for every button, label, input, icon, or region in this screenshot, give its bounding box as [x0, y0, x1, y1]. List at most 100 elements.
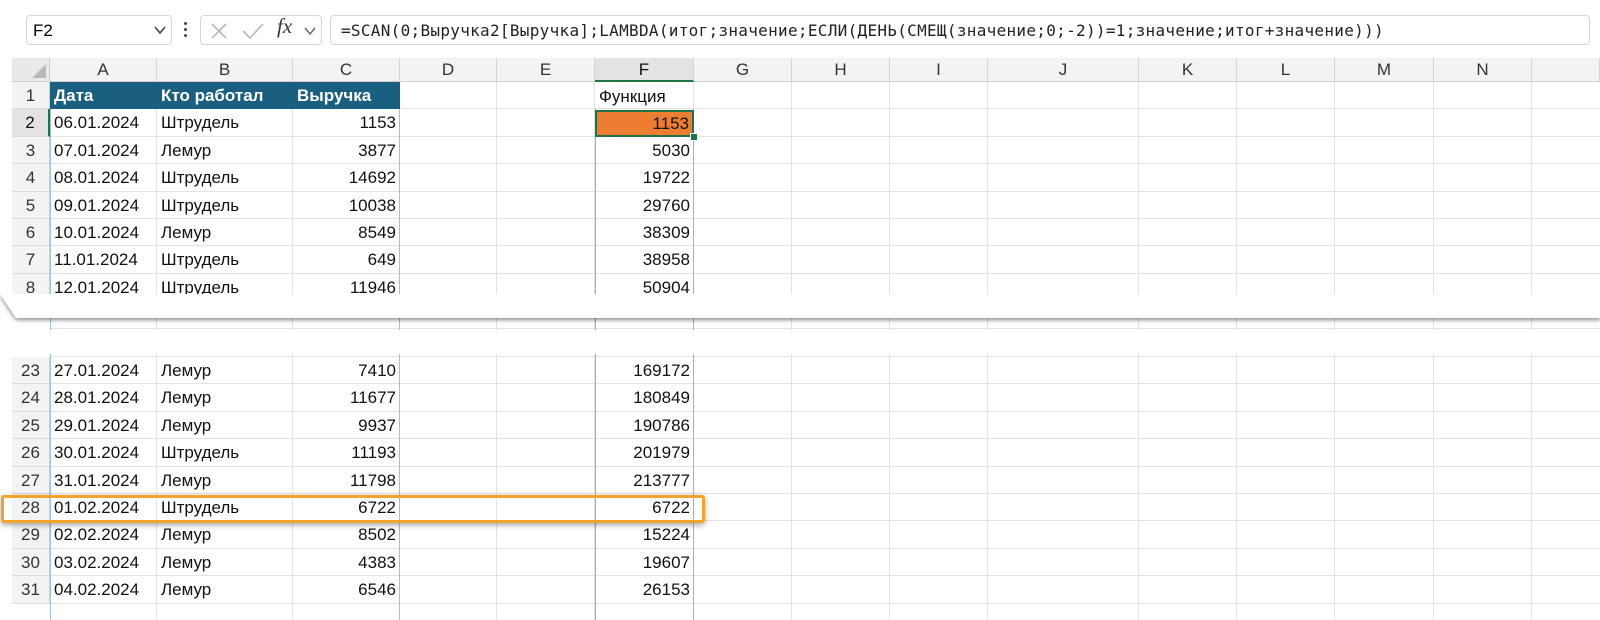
row-header-6[interactable]: 6	[12, 219, 50, 247]
function-cell[interactable]: 15224	[595, 521, 694, 548]
revenue-cell[interactable]: 9937	[293, 412, 400, 439]
chevron-down-icon[interactable]	[153, 24, 167, 36]
date-cell[interactable]: 29.01.2024	[50, 412, 157, 439]
function-cell[interactable]: 190786	[595, 412, 694, 439]
who-cell[interactable]: Штрудель	[157, 109, 293, 136]
column-header-b[interactable]: B	[157, 58, 293, 82]
who-cell[interactable]: Лемур	[157, 521, 293, 548]
date-cell[interactable]: 11.01.2024	[50, 246, 157, 273]
column-header-g[interactable]: G	[694, 58, 792, 82]
date-cell[interactable]: 30.01.2024	[50, 439, 157, 466]
row-header-2[interactable]: 2	[12, 109, 50, 137]
column-header-j[interactable]: J	[988, 58, 1139, 82]
column-header-e[interactable]: E	[497, 58, 595, 82]
table-header-revenue[interactable]: Выручка	[293, 82, 400, 109]
insert-function-button[interactable]: fx	[277, 14, 292, 39]
revenue-cell[interactable]: 6546	[293, 576, 400, 603]
date-cell[interactable]: 02.02.2024	[50, 521, 157, 548]
revenue-cell[interactable]: 11677	[293, 384, 400, 411]
column-header-a[interactable]: A	[50, 58, 157, 82]
date-cell[interactable]: 06.01.2024	[50, 109, 157, 136]
who-cell[interactable]: Штрудель	[157, 192, 293, 219]
row-header-1[interactable]: 1	[12, 82, 50, 110]
who-cell[interactable]: Лемур	[157, 467, 293, 494]
who-cell[interactable]: Лемур	[157, 219, 293, 246]
column-header-d[interactable]: D	[400, 58, 497, 82]
revenue-cell[interactable]: 649	[293, 246, 400, 273]
select-all-button[interactable]	[12, 58, 50, 82]
row-header-5[interactable]: 5	[12, 191, 50, 219]
who-cell[interactable]: Лемур	[157, 412, 293, 439]
function-cell[interactable]: 29760	[595, 192, 694, 219]
table-header-who[interactable]: Кто работал	[157, 82, 293, 109]
date-cell[interactable]: 03.02.2024	[50, 549, 157, 576]
revenue-cell[interactable]: 11798	[293, 467, 400, 494]
revenue-cell[interactable]: 8502	[293, 521, 400, 548]
chevron-down-icon[interactable]	[303, 25, 317, 37]
column-header-k[interactable]: K	[1139, 58, 1237, 82]
function-cell[interactable]: 19722	[595, 164, 694, 191]
revenue-cell[interactable]: 1153	[293, 109, 400, 136]
who-cell[interactable]: Лемур	[157, 357, 293, 384]
date-cell[interactable]: 07.01.2024	[50, 137, 157, 164]
table-header-date[interactable]: Дата	[50, 82, 157, 109]
name-box[interactable]: F2	[26, 15, 172, 45]
function-cell[interactable]: 201979	[595, 439, 694, 466]
fill-handle[interactable]	[690, 133, 698, 141]
who-cell[interactable]: Лемур	[157, 549, 293, 576]
row-header-29[interactable]: 29	[12, 521, 50, 549]
date-cell[interactable]: 31.01.2024	[50, 467, 157, 494]
function-header[interactable]: Функция	[595, 83, 694, 110]
function-cell[interactable]: 5030	[595, 137, 694, 164]
formula-input[interactable]: =SCAN(0;Выручка2[Выручка];LAMBDA(итог;зн…	[330, 15, 1590, 45]
column-header-i[interactable]: I	[890, 58, 988, 82]
close-icon[interactable]	[209, 22, 229, 40]
revenue-cell[interactable]: 8549	[293, 219, 400, 246]
row-header-27[interactable]: 27	[12, 466, 50, 494]
revenue-cell[interactable]: 11193	[293, 439, 400, 466]
who-cell[interactable]: Штрудель	[157, 439, 293, 466]
revenue-cell[interactable]: 14692	[293, 164, 400, 191]
revenue-cell[interactable]: 7410	[293, 357, 400, 384]
date-cell[interactable]: 27.01.2024	[50, 357, 157, 384]
revenue-cell[interactable]: 3877	[293, 137, 400, 164]
revenue-cell[interactable]: 4383	[293, 549, 400, 576]
active-cell-f2[interactable]: 1153	[595, 110, 694, 137]
who-cell[interactable]: Штрудель	[157, 164, 293, 191]
vertical-ellipsis-icon[interactable]	[180, 17, 192, 43]
date-cell[interactable]: 04.02.2024	[50, 576, 157, 603]
column-header-h[interactable]: H	[792, 58, 890, 82]
function-cell[interactable]: 19607	[595, 549, 694, 576]
row-header-30[interactable]: 30	[12, 548, 50, 577]
who-cell[interactable]: Лемур	[157, 576, 293, 603]
function-cell[interactable]: 180849	[595, 384, 694, 411]
function-cell[interactable]: 213777	[595, 467, 694, 494]
row-header-26[interactable]: 26	[12, 439, 50, 467]
row-header-25[interactable]: 25	[12, 411, 50, 440]
column-header-m[interactable]: M	[1335, 58, 1434, 82]
date-cell[interactable]: 08.01.2024	[50, 164, 157, 191]
check-icon[interactable]	[241, 22, 265, 40]
column-header-f[interactable]: F	[595, 58, 694, 82]
formula-bar-area: F2 fx =SCAN(0;Выручка2[Выручка];LAMBDA(и…	[0, 0, 1600, 58]
who-cell[interactable]: Штрудель	[157, 246, 293, 273]
row-header-24[interactable]: 24	[12, 384, 50, 412]
function-cell[interactable]: 26153	[595, 576, 694, 603]
column-header-c[interactable]: C	[293, 58, 400, 82]
column-header-l[interactable]: L	[1237, 58, 1335, 82]
row-header-23[interactable]: 23	[12, 357, 50, 385]
row-header-3[interactable]: 3	[12, 136, 50, 165]
row-header-31[interactable]: 31	[12, 576, 50, 604]
row-header-4[interactable]: 4	[12, 164, 50, 192]
function-cell[interactable]: 38309	[595, 219, 694, 246]
revenue-cell[interactable]: 10038	[293, 192, 400, 219]
who-cell[interactable]: Лемур	[157, 384, 293, 411]
date-cell[interactable]: 09.01.2024	[50, 192, 157, 219]
date-cell[interactable]: 28.01.2024	[50, 384, 157, 411]
column-header-n[interactable]: N	[1434, 58, 1532, 82]
row-header-7[interactable]: 7	[12, 246, 50, 274]
date-cell[interactable]: 10.01.2024	[50, 219, 157, 246]
function-cell[interactable]: 169172	[595, 357, 694, 384]
function-cell[interactable]: 38958	[595, 246, 694, 273]
who-cell[interactable]: Лемур	[157, 137, 293, 164]
